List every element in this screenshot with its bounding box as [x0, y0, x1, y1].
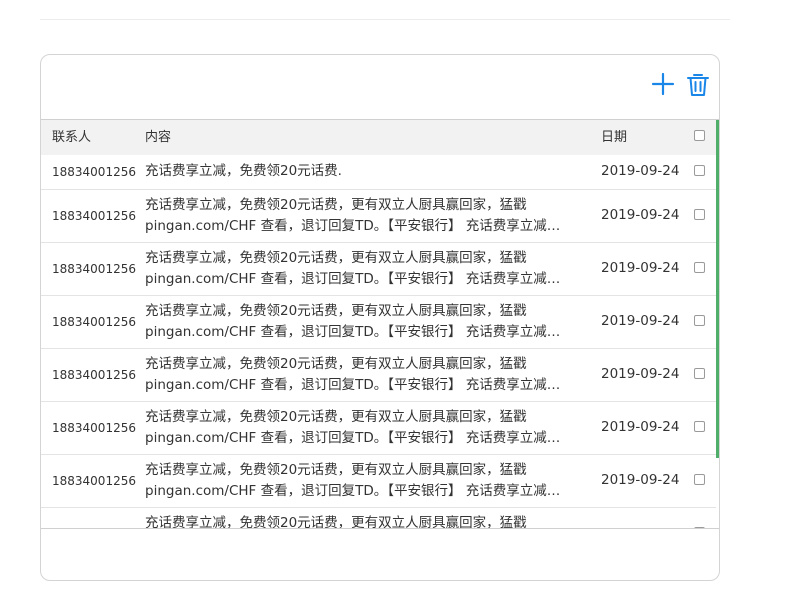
table-header: 联系人 内容 日期 — [41, 120, 716, 155]
row-content: 充话费享立减，免费领20元话费，更有双立人厨具赢回家，猛戳 — [145, 513, 575, 528]
row-content-line: 充话费享立减，免费领20元话费，更有双立人厨具赢回家，猛戳 — [145, 303, 527, 319]
table-body: 18834001256 充话费享立减，免费领20元话费. 2019-09-24 … — [41, 155, 716, 528]
add-button[interactable] — [649, 70, 677, 98]
row-date: 2019-09-24 — [601, 260, 680, 276]
row-contact: 18834001256 — [52, 262, 136, 276]
row-contact: 18834001256 — [52, 209, 136, 223]
delete-button[interactable] — [684, 70, 712, 98]
row-checkbox[interactable] — [694, 209, 705, 220]
card-footer — [41, 528, 719, 580]
row-contact: 18834001256 — [52, 421, 136, 435]
row-content-line: 充话费享立减，免费领20元话费. — [145, 163, 342, 179]
trash-icon — [687, 74, 709, 96]
header-content: 内容 — [145, 130, 172, 145]
row-content-line: 充话费享立减，免费领20元话费，更有双立人厨具赢回家，猛戳 — [145, 356, 527, 372]
row-date: 2019-09-24 — [601, 366, 680, 382]
row-date: 2019-09-24 — [601, 313, 680, 329]
header-contact: 联系人 — [52, 130, 92, 145]
row-content-line: 充话费享立减，免费领20元话费，更有双立人厨具赢回家，猛戳 — [145, 197, 527, 213]
message-table: 联系人 内容 日期 18834001256 充话费享立减，免费领20元话费. 2… — [41, 120, 719, 528]
row-content: 充话费享立减，免费领20元话费，更有双立人厨具赢回家，猛戳 pingan.com… — [145, 195, 575, 237]
row-contact: 18834001256 — [52, 315, 136, 329]
row-content: 充话费享立减，免费领20元话费，更有双立人厨具赢回家，猛戳 pingan.com… — [145, 354, 575, 396]
row-content-line: pingan.com/CHF 查看，退订回复TD。【平安银行】 充话费享立减… — [145, 377, 561, 393]
row-content-line: pingan.com/CHF 查看，退订回复TD。【平安银行】 充话费享立减… — [145, 324, 561, 340]
table-scrollbar[interactable] — [716, 120, 719, 458]
top-divider — [40, 19, 730, 20]
table-row[interactable]: 18834001256 充话费享立减，免费领20元话费，更有双立人厨具赢回家，猛… — [41, 296, 716, 349]
row-checkbox[interactable] — [694, 315, 705, 326]
row-date: 2019-09-24 — [601, 472, 680, 488]
row-checkbox[interactable] — [694, 421, 705, 432]
table-row[interactable]: 18834001256 充话费享立减，免费领20元话费，更有双立人厨具赢回家，猛… — [41, 349, 716, 402]
header-date: 日期 — [601, 130, 628, 145]
toolbar — [41, 55, 719, 120]
messages-card: 联系人 内容 日期 18834001256 充话费享立减，免费领20元话费. 2… — [40, 54, 720, 581]
row-content: 充话费享立减，免费领20元话费. — [145, 161, 575, 182]
row-checkbox[interactable] — [694, 368, 705, 379]
table-row[interactable]: 18834001256 充话费享立减，免费领20元话费，更有双立人厨具赢回家，猛… — [41, 455, 716, 508]
row-content: 充话费享立减，免费领20元话费，更有双立人厨具赢回家，猛戳 pingan.com… — [145, 248, 575, 290]
row-content: 充话费享立减，免费领20元话费，更有双立人厨具赢回家，猛戳 pingan.com… — [145, 407, 575, 449]
row-content-line: 充话费享立减，免费领20元话费，更有双立人厨具赢回家，猛戳 — [145, 409, 527, 425]
row-content: 充话费享立减，免费领20元话费，更有双立人厨具赢回家，猛戳 pingan.com… — [145, 301, 575, 343]
table-row[interactable]: 18834001256 充话费享立减，免费领20元话费，更有双立人厨具赢回家，猛… — [41, 190, 716, 243]
select-all-checkbox[interactable] — [694, 130, 705, 141]
row-contact: 18834001256 — [52, 368, 136, 382]
row-content-line: 充话费享立减，免费领20元话费，更有双立人厨具赢回家，猛戳 — [145, 250, 527, 266]
row-content: 充话费享立减，免费领20元话费，更有双立人厨具赢回家，猛戳 pingan.com… — [145, 460, 575, 502]
table-row[interactable]: 18834001256 充话费享立减，免费领20元话费. 2019-09-24 — [41, 155, 716, 190]
row-content-line: pingan.com/CHF 查看，退订回复TD。【平安银行】 充话费享立减… — [145, 430, 561, 446]
row-contact: 18834001256 — [52, 474, 136, 488]
table-row[interactable]: 充话费享立减，免费领20元话费，更有双立人厨具赢回家，猛戳 — [41, 508, 716, 528]
row-date: 2019-09-24 — [601, 419, 680, 435]
row-date: 2019-09-24 — [601, 207, 680, 223]
row-date: 2019-09-24 — [601, 163, 680, 179]
row-contact: 18834001256 — [52, 165, 136, 179]
row-content-line: pingan.com/CHF 查看，退订回复TD。【平安银行】 充话费享立减… — [145, 483, 561, 499]
row-content-line: 充话费享立减，免费领20元话费，更有双立人厨具赢回家，猛戳 — [145, 462, 527, 478]
row-checkbox[interactable] — [694, 165, 705, 176]
table-row[interactable]: 18834001256 充话费享立减，免费领20元话费，更有双立人厨具赢回家，猛… — [41, 243, 716, 296]
plus-icon — [651, 72, 675, 96]
row-content-line: pingan.com/CHF 查看，退订回复TD。【平安银行】 充话费享立减… — [145, 218, 561, 234]
row-checkbox[interactable] — [694, 262, 705, 273]
row-content-line: pingan.com/CHF 查看，退订回复TD。【平安银行】 充话费享立减… — [145, 271, 561, 287]
row-checkbox[interactable] — [694, 474, 705, 485]
row-content-line: 充话费享立减，免费领20元话费，更有双立人厨具赢回家，猛戳 — [145, 515, 527, 528]
table-row[interactable]: 18834001256 充话费享立减，免费领20元话费，更有双立人厨具赢回家，猛… — [41, 402, 716, 455]
